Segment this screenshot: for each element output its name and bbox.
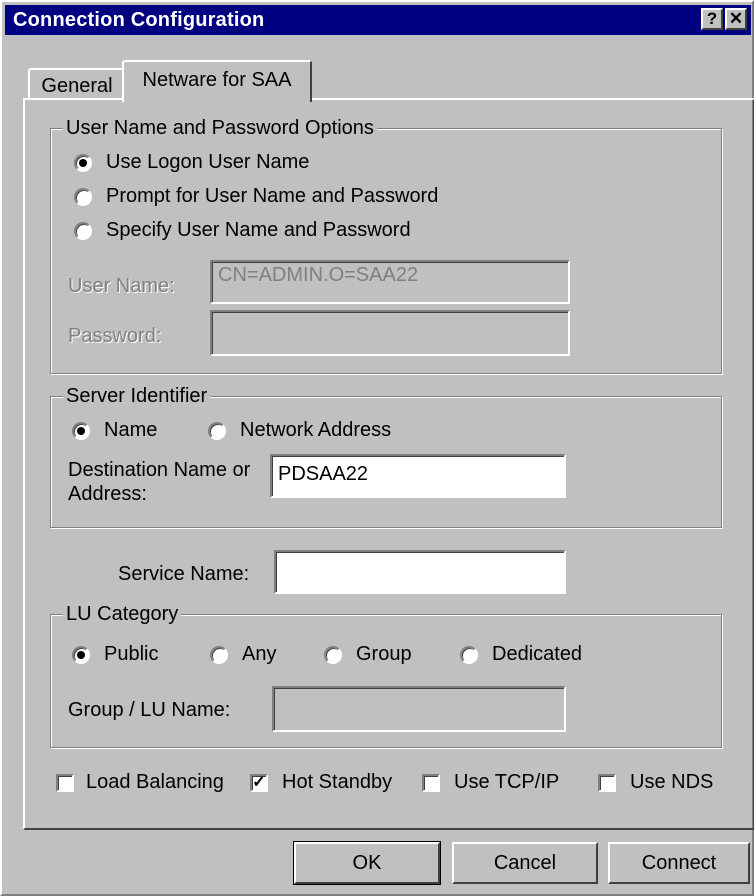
- lu-public-label[interactable]: Public: [104, 642, 158, 666]
- user-password-options-legend: User Name and Password Options: [63, 116, 377, 140]
- tab-general[interactable]: General: [28, 68, 126, 100]
- tab-netware-label: Netware for SAA: [142, 69, 292, 91]
- cancel-button[interactable]: Cancel: [452, 842, 598, 884]
- server-name-label[interactable]: Name: [104, 418, 157, 442]
- destination-name-input[interactable]: PDSAA22: [270, 454, 566, 498]
- lu-any-radio[interactable]: [210, 646, 228, 664]
- lu-group-radio[interactable]: [324, 646, 342, 664]
- group-lu-name-label: Group / LU Name:: [68, 699, 231, 721]
- use-logon-user-name-radio[interactable]: [74, 154, 92, 172]
- ok-button[interactable]: OK: [293, 841, 441, 885]
- lu-group-label[interactable]: Group: [356, 642, 412, 666]
- help-button[interactable]: ?: [701, 8, 723, 30]
- connection-configuration-dialog: Connection Configuration ? ✕ General Net…: [0, 0, 754, 896]
- destination-label-line2: Address:: [68, 483, 147, 505]
- prompt-user-password-label[interactable]: Prompt for User Name and Password: [106, 184, 438, 208]
- lu-category-legend: LU Category: [63, 602, 182, 626]
- use-nds-checkbox[interactable]: [598, 774, 616, 792]
- group-lu-name-field[interactable]: [272, 686, 566, 732]
- use-tcpip-label[interactable]: Use TCP/IP: [454, 770, 559, 794]
- connect-button[interactable]: Connect: [608, 842, 750, 884]
- specify-user-password-label[interactable]: Specify User Name and Password: [106, 218, 411, 242]
- service-name-label: Service Name:: [118, 563, 250, 585]
- title-bar[interactable]: Connection Configuration ? ✕: [5, 5, 751, 35]
- window-title: Connection Configuration: [13, 9, 265, 31]
- password-field[interactable]: [210, 310, 570, 356]
- tab-general-label: General: [41, 75, 113, 97]
- network-address-label[interactable]: Network Address: [240, 418, 391, 442]
- destination-label-line1: Destination Name or: [68, 459, 251, 481]
- server-identifier-legend: Server Identifier: [63, 384, 211, 408]
- prompt-user-password-radio[interactable]: [74, 188, 92, 206]
- service-name-input[interactable]: [274, 550, 566, 594]
- close-button[interactable]: ✕: [725, 8, 747, 30]
- use-logon-user-name-label[interactable]: Use Logon User Name: [106, 150, 309, 174]
- lu-public-radio[interactable]: [72, 646, 90, 664]
- password-label: Password:: [68, 325, 162, 347]
- use-nds-label[interactable]: Use NDS: [630, 770, 713, 794]
- user-name-label: User Name:: [68, 275, 175, 297]
- load-balancing-checkbox[interactable]: [56, 774, 74, 792]
- hot-standby-checkbox[interactable]: ✓: [250, 774, 268, 792]
- user-name-field[interactable]: CN=ADMIN.O=SAA22: [210, 260, 570, 304]
- specify-user-password-radio[interactable]: [74, 222, 92, 240]
- lu-dedicated-label[interactable]: Dedicated: [492, 642, 582, 666]
- lu-any-label[interactable]: Any: [242, 642, 276, 666]
- tab-netware-for-saa[interactable]: Netware for SAA: [122, 60, 312, 102]
- lu-dedicated-radio[interactable]: [460, 646, 478, 664]
- network-address-radio[interactable]: [208, 422, 226, 440]
- load-balancing-label[interactable]: Load Balancing: [86, 770, 224, 794]
- use-tcpip-checkbox[interactable]: [422, 774, 440, 792]
- server-name-radio[interactable]: [72, 422, 90, 440]
- hot-standby-label[interactable]: Hot Standby: [282, 770, 392, 794]
